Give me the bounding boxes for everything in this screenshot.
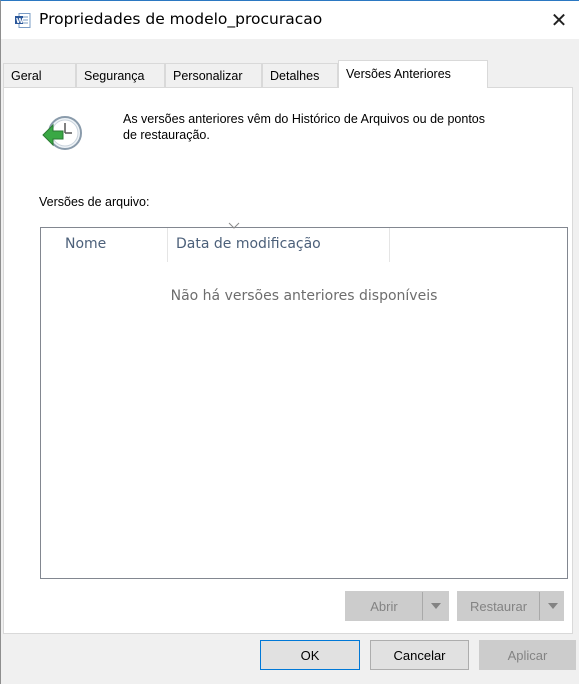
tab-personalizar[interactable]: Personalizar bbox=[165, 63, 262, 87]
info-line-2: de restauração. bbox=[123, 128, 210, 142]
ok-button[interactable]: OK bbox=[260, 640, 360, 670]
info-text: As versões anteriores vêm do Histórico d… bbox=[123, 111, 568, 143]
empty-message: Não há versões anteriores disponíveis bbox=[170, 288, 438, 304]
info-line-1: As versões anteriores vêm do Histórico d… bbox=[123, 112, 485, 126]
cancel-button[interactable]: Cancelar bbox=[370, 640, 469, 670]
restore-button-label: Restaurar bbox=[469, 598, 528, 614]
tab-geral[interactable]: Geral bbox=[3, 63, 76, 87]
open-button[interactable]: Abrir bbox=[345, 591, 449, 621]
restore-dropdown-button[interactable] bbox=[539, 592, 566, 620]
open-dropdown-button[interactable] bbox=[422, 592, 449, 620]
column-header-data[interactable]: Data de modificação bbox=[168, 222, 390, 262]
tab-bar: Geral Segurança Personalizar Detalhes Ve… bbox=[3, 60, 575, 88]
restore-button[interactable]: Restaurar bbox=[457, 591, 564, 621]
close-button[interactable]: ✕ bbox=[539, 1, 579, 39]
tab-versoes-anteriores[interactable]: Versões Anteriores bbox=[338, 60, 488, 88]
versions-label: Versões de arquivo: bbox=[39, 195, 150, 209]
svg-text:W: W bbox=[16, 17, 24, 25]
column-header-nome[interactable]: Nome bbox=[41, 228, 168, 262]
open-button-label: Abrir bbox=[370, 598, 398, 614]
title-bar[interactable]: W Propriedades de modelo_procuracao ✕ bbox=[1, 1, 579, 39]
tab-detalhes[interactable]: Detalhes bbox=[262, 63, 338, 87]
chevron-down-icon bbox=[431, 603, 441, 609]
apply-button[interactable]: Aplicar bbox=[479, 640, 576, 670]
tab-seguranca[interactable]: Segurança bbox=[76, 63, 165, 87]
sort-chevron-icon bbox=[228, 222, 240, 229]
properties-dialog: W Propriedades de modelo_procuracao ✕ Ge… bbox=[0, 0, 579, 684]
word-document-icon: W bbox=[15, 13, 31, 28]
chevron-down-icon bbox=[548, 603, 558, 609]
column-header-data-label: Data de modificação bbox=[176, 236, 321, 252]
clock-restore-icon bbox=[42, 116, 82, 150]
close-icon: ✕ bbox=[550, 8, 568, 32]
versions-list[interactable]: Nome Data de modificação Não há versões … bbox=[40, 222, 568, 579]
window-title: Propriedades de modelo_procuracao bbox=[39, 10, 323, 28]
